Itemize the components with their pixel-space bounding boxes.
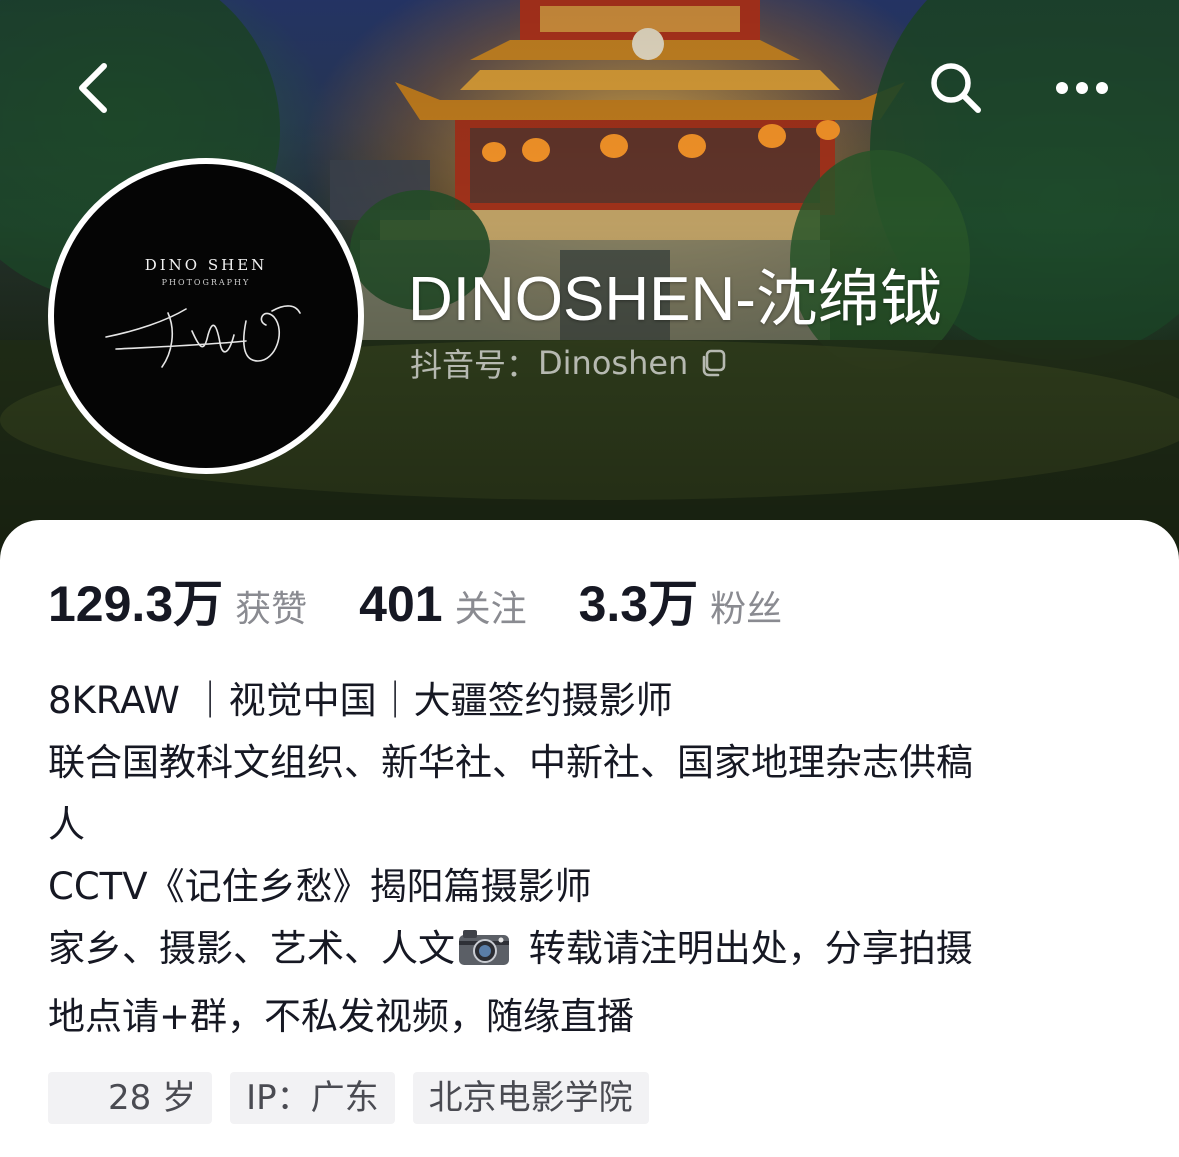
tag-school[interactable]: 北京电影学院 — [412, 1072, 649, 1124]
stat-likes[interactable]: 129.3万 获赞 — [48, 564, 307, 636]
bio-text: 转载请注明出处，分享拍摄 — [517, 927, 973, 970]
stat-label: 粉丝 — [710, 589, 783, 630]
avatar-brand-text: DINO SHEN — [144, 256, 268, 274]
bio-line: CCTV《记住乡愁》揭阳篇摄影师 — [48, 865, 592, 908]
bio-line: 家乡、摄影、艺术、人文 转载请注明出处，分享拍摄 — [48, 918, 1138, 986]
bio-line: 联合国教科文组织、新华社、中新社、国家地理杂志供稿 — [48, 741, 973, 784]
tag-age: 28 岁 — [48, 1072, 213, 1124]
bio-line: 8KRAW ｜视觉中国｜大疆签约摄影师 — [48, 679, 673, 722]
tag-ip-location: IP：广东 — [230, 1072, 395, 1124]
avatar-sub-text: PHOTOGRAPHY — [161, 278, 251, 287]
back-button[interactable] — [52, 48, 132, 128]
nickname: DINOSHEN-沈绵钺 — [408, 265, 942, 334]
bio-line: 地点请+群，不私发视频，随缘直播 — [48, 995, 635, 1038]
bio: 8KRAW ｜视觉中国｜大疆签约摄影师 联合国教科文组织、新华社、中新社、国家地… — [48, 670, 1138, 1048]
more-dots-icon — [1056, 82, 1108, 94]
account-id-row[interactable]: 抖音号： Dinoshen — [410, 340, 728, 386]
info-tags: 28 岁 IP：广东 北京电影学院 — [48, 1072, 667, 1124]
profile-banner: DINO SHEN PHOTOGRAPHY DINOSHEN-沈绵钺 抖音号： … — [0, 0, 1179, 560]
avatar[interactable]: DINO SHEN PHOTOGRAPHY — [48, 158, 364, 474]
search-icon — [931, 63, 981, 113]
stat-value: 3.3万 — [578, 576, 699, 632]
bio-text: 家乡、摄影、艺术、人文 — [48, 927, 455, 970]
stat-value: 401 — [359, 576, 443, 632]
stat-label: 获赞 — [235, 589, 308, 630]
stat-followers[interactable]: 3.3万 粉丝 — [579, 564, 783, 636]
profile-info-card: 129.3万 获赞 401 关注 3.3万 粉丝 8KRAW ｜视觉中国｜大疆签… — [0, 520, 1179, 1157]
bio-line: 人 — [48, 803, 85, 846]
camera-icon — [457, 924, 511, 986]
signature-logo — [105, 305, 301, 368]
stat-label: 关注 — [454, 589, 527, 630]
account-label: 抖音号： — [410, 346, 539, 384]
stats-row: 129.3万 获赞 401 关注 3.3万 粉丝 — [48, 564, 834, 636]
copy-icon[interactable] — [698, 348, 728, 378]
more-button[interactable] — [1042, 48, 1122, 128]
stat-following[interactable]: 401 关注 — [359, 575, 526, 633]
chevron-left-icon — [79, 63, 107, 113]
stat-value: 129.3万 — [48, 576, 224, 632]
search-button[interactable] — [916, 48, 996, 128]
account-id: Dinoshen — [538, 344, 689, 382]
